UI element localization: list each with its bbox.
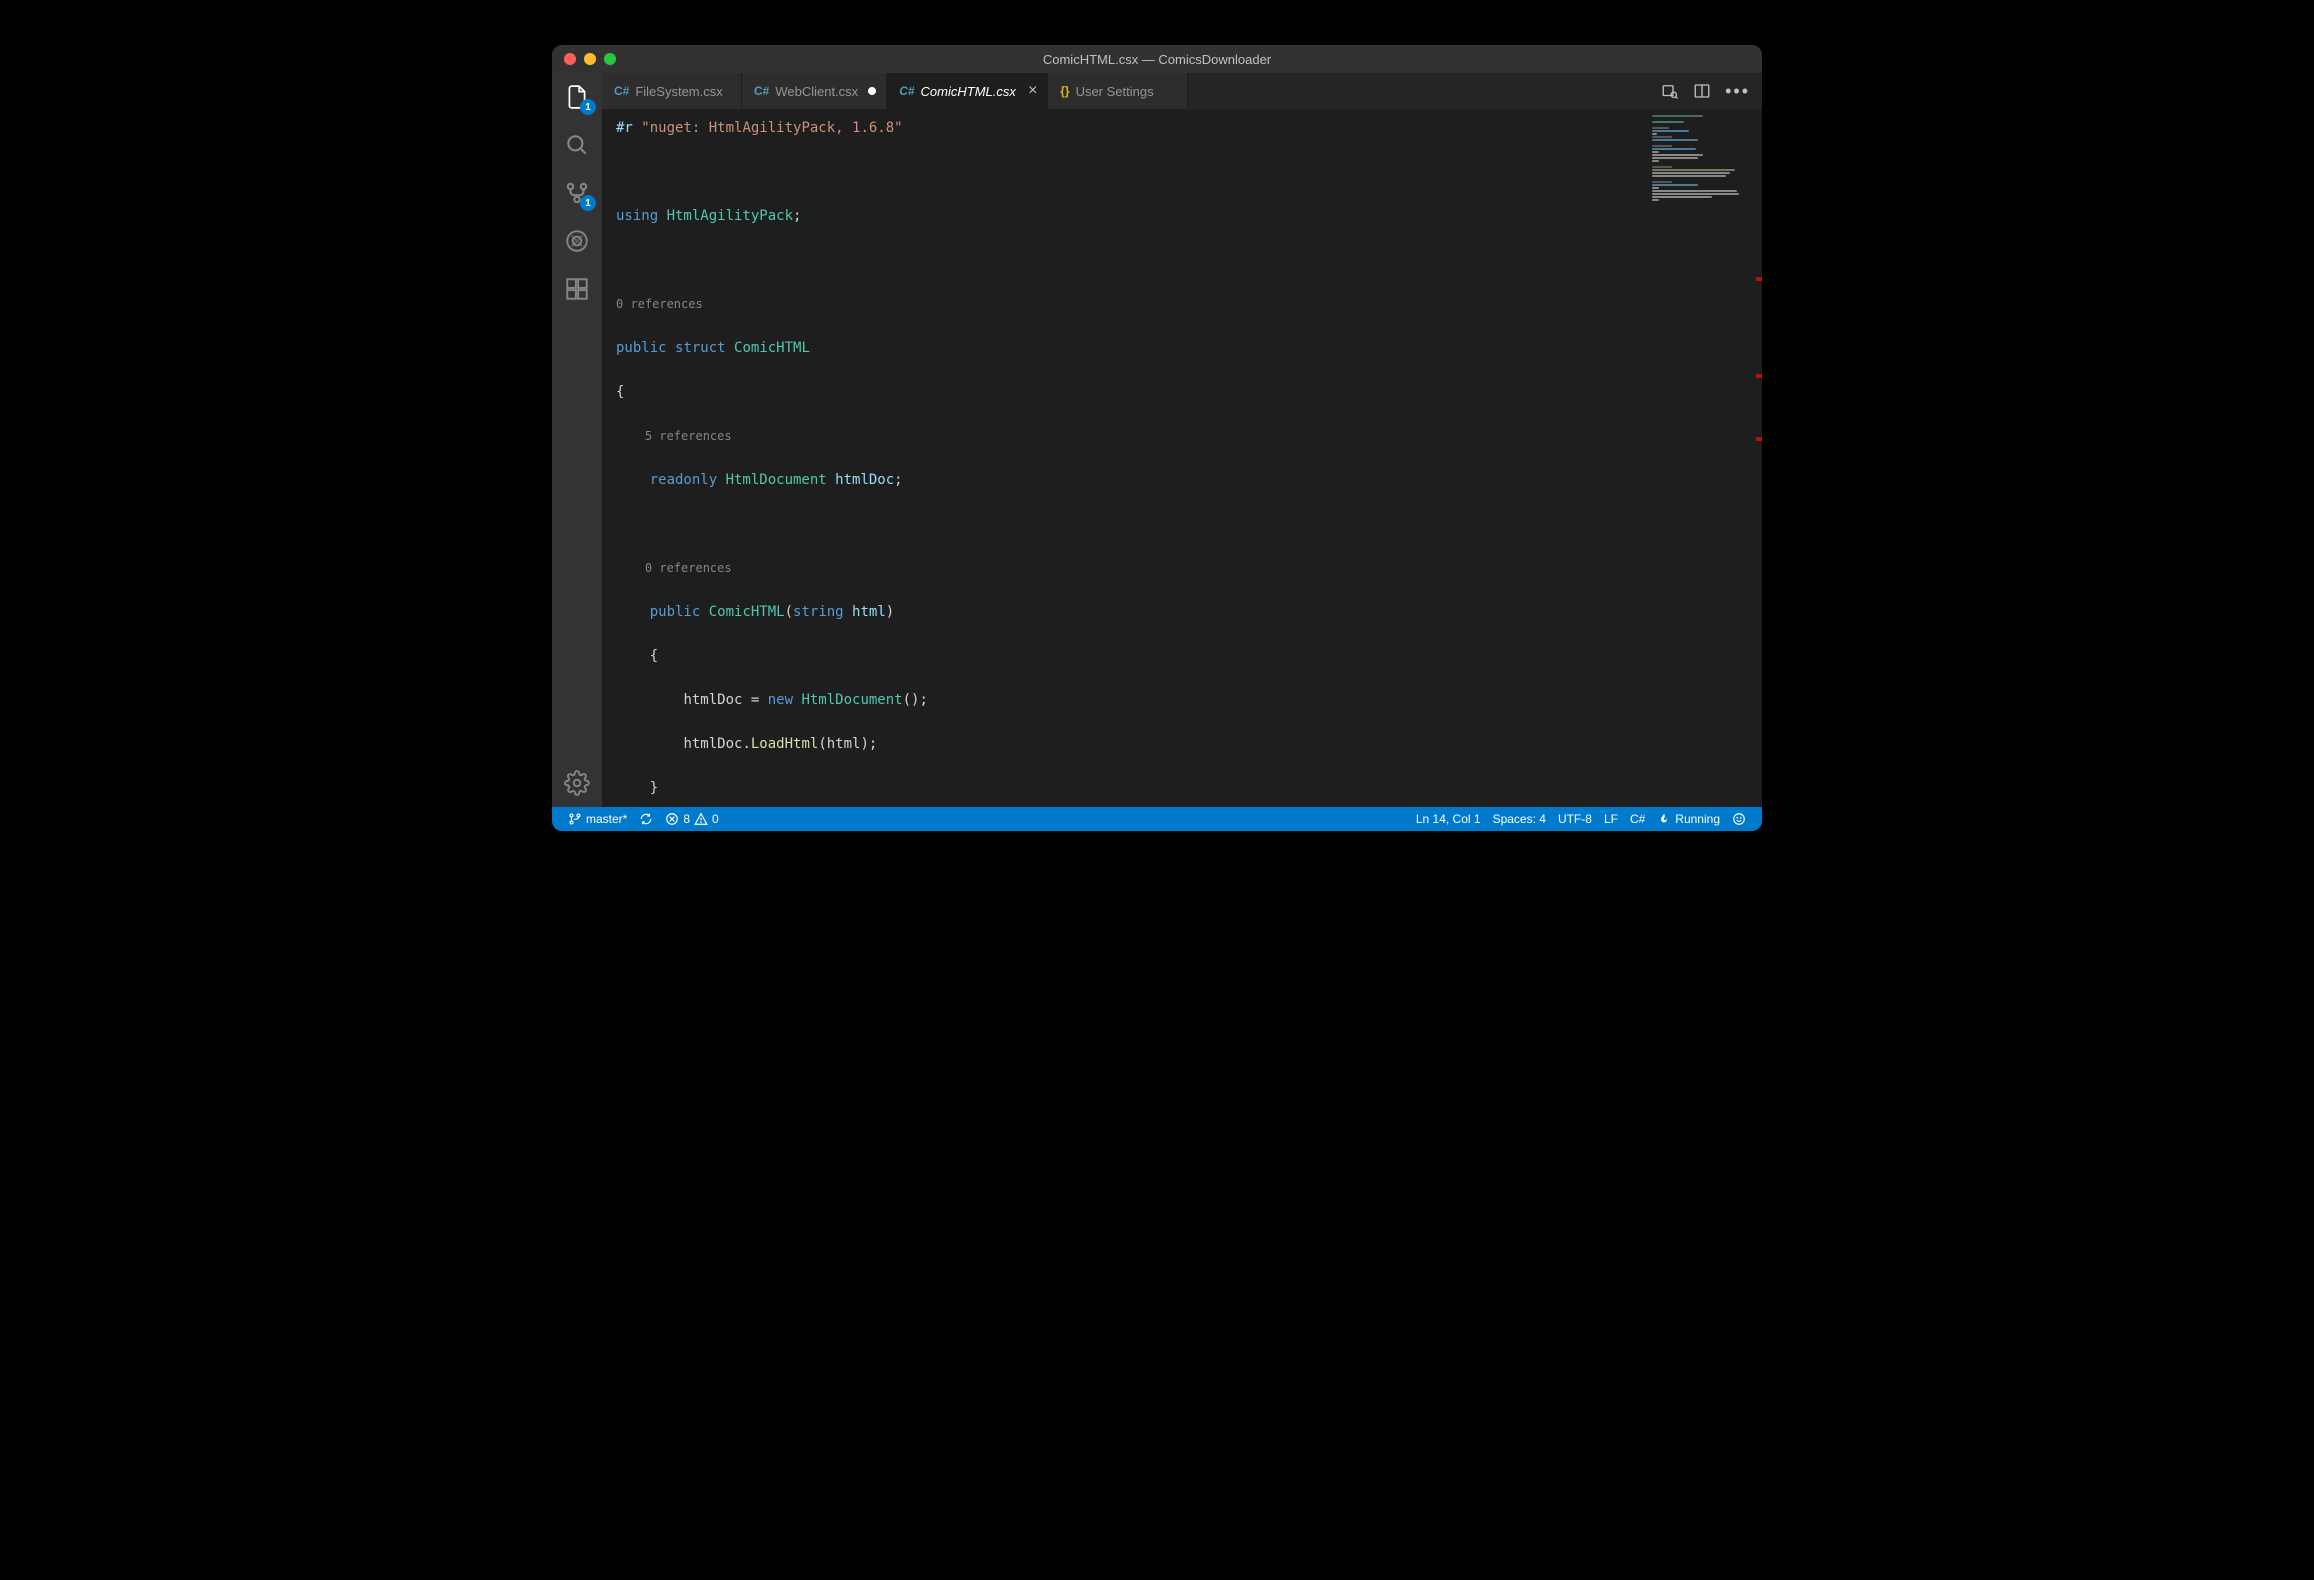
settings-gear-icon[interactable] bbox=[552, 759, 602, 807]
branch-name: master* bbox=[586, 812, 627, 826]
status-encoding[interactable]: UTF-8 bbox=[1552, 812, 1598, 826]
codelens[interactable]: 0 references bbox=[616, 293, 1648, 315]
split-editor-icon[interactable] bbox=[1693, 82, 1711, 100]
tab-bar: C# FileSystem.csx C# WebClient.csx C# Co… bbox=[602, 73, 1762, 109]
search-icon[interactable] bbox=[552, 121, 602, 169]
status-sync[interactable] bbox=[633, 812, 659, 826]
activity-bar: 1 1 bbox=[552, 73, 602, 807]
status-feedback[interactable] bbox=[1726, 812, 1752, 826]
csharp-icon: C# bbox=[754, 84, 769, 98]
minimize-window-button[interactable] bbox=[584, 53, 596, 65]
minimap[interactable] bbox=[1648, 109, 1748, 807]
tab-label: ComicHTML.csx bbox=[921, 84, 1016, 99]
csharp-icon: C# bbox=[614, 84, 629, 98]
code-editor[interactable]: #r "nuget: HtmlAgilityPack, 1.6.8" using… bbox=[602, 109, 1648, 807]
body: 1 1 C# FileSyste bbox=[552, 73, 1762, 807]
status-branch[interactable]: master* bbox=[562, 812, 633, 826]
flame-icon bbox=[1657, 812, 1671, 826]
warning-count: 0 bbox=[712, 812, 719, 826]
explorer-icon[interactable]: 1 bbox=[552, 73, 602, 121]
main-area: C# FileSystem.csx C# WebClient.csx C# Co… bbox=[602, 73, 1762, 807]
debug-icon[interactable] bbox=[552, 217, 602, 265]
tab-label: User Settings bbox=[1076, 84, 1154, 99]
status-bar: master* 8 0 Ln 14, Col 1 Spaces: 4 UTF-8… bbox=[552, 807, 1762, 831]
editor-actions: ••• bbox=[1661, 73, 1762, 109]
zoom-window-button[interactable] bbox=[604, 53, 616, 65]
tab-label: FileSystem.csx bbox=[635, 84, 722, 99]
error-count: 8 bbox=[683, 812, 690, 826]
close-window-button[interactable] bbox=[564, 53, 576, 65]
source-control-icon[interactable]: 1 bbox=[552, 169, 602, 217]
references-icon[interactable] bbox=[1661, 82, 1679, 100]
tab-filesystem[interactable]: C# FileSystem.csx bbox=[602, 73, 742, 109]
explorer-badge: 1 bbox=[580, 99, 596, 115]
editor-area: #r "nuget: HtmlAgilityPack, 1.6.8" using… bbox=[602, 109, 1762, 807]
tab-comichtml[interactable]: C# ComicHTML.csx × bbox=[887, 73, 1048, 109]
tab-label: WebClient.csx bbox=[775, 84, 858, 99]
dirty-indicator-icon bbox=[868, 87, 876, 95]
status-spaces[interactable]: Spaces: 4 bbox=[1487, 812, 1552, 826]
status-eol[interactable]: LF bbox=[1598, 812, 1624, 826]
vscode-window: ComicHTML.csx — ComicsDownloader 1 1 bbox=[552, 45, 1762, 831]
tab-webclient[interactable]: C# WebClient.csx bbox=[742, 73, 887, 109]
codelens[interactable]: 5 references bbox=[616, 425, 1648, 447]
status-cursor[interactable]: Ln 14, Col 1 bbox=[1410, 812, 1487, 826]
status-omnisharp[interactable]: Running bbox=[1651, 812, 1726, 826]
titlebar[interactable]: ComicHTML.csx — ComicsDownloader bbox=[552, 45, 1762, 73]
status-language[interactable]: C# bbox=[1624, 812, 1651, 826]
overview-ruler[interactable] bbox=[1748, 109, 1762, 807]
smiley-icon bbox=[1732, 812, 1746, 826]
csharp-icon: C# bbox=[899, 84, 914, 98]
status-problems[interactable]: 8 0 bbox=[659, 812, 724, 826]
window-title: ComicHTML.csx — ComicsDownloader bbox=[552, 52, 1762, 67]
traffic-lights bbox=[552, 53, 616, 65]
tab-user-settings[interactable]: {} User Settings bbox=[1048, 73, 1188, 109]
more-actions-icon[interactable]: ••• bbox=[1725, 81, 1750, 102]
scm-badge: 1 bbox=[580, 195, 596, 211]
close-tab-icon[interactable]: × bbox=[1028, 83, 1037, 99]
codelens[interactable]: 0 references bbox=[616, 557, 1648, 579]
json-icon: {} bbox=[1060, 84, 1069, 98]
extensions-icon[interactable] bbox=[552, 265, 602, 313]
